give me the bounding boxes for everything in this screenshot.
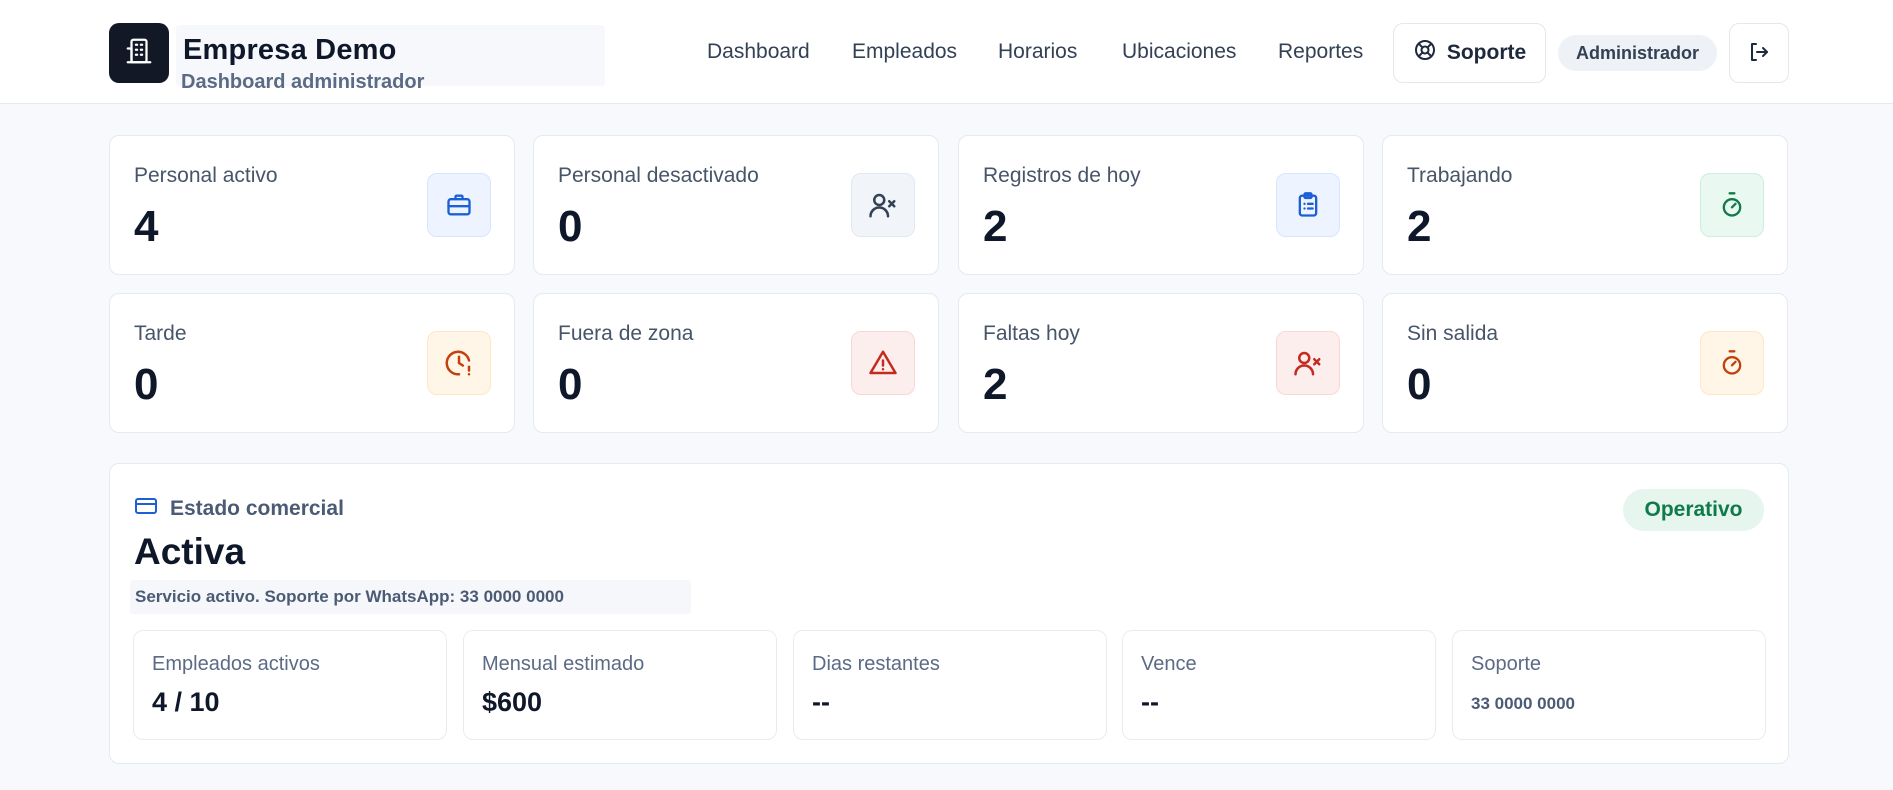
- nav-link-horarios[interactable]: Horarios: [998, 40, 1077, 64]
- role-badge: Administrador: [1558, 35, 1717, 71]
- stat-label: Tarde: [134, 322, 187, 345]
- panel-kicker-label: Estado comercial: [170, 497, 344, 520]
- user-x-icon: [1276, 331, 1340, 395]
- company-name: Empresa Demo: [183, 34, 397, 66]
- building-icon: [124, 36, 154, 71]
- stat-label: Personal activo: [134, 164, 278, 187]
- stopwatch-icon: [1700, 331, 1764, 395]
- clipboard-list-icon: [1276, 173, 1340, 237]
- detail-value: --: [812, 687, 830, 717]
- service-note: Servicio activo. Soporte por WhatsApp: 3…: [130, 580, 691, 614]
- detail-value: $600: [482, 687, 543, 717]
- stat-value: 2: [1407, 202, 1432, 251]
- stat-card-tarde: Tarde 0: [109, 293, 515, 433]
- stat-card-personal-activo: Personal activo 4: [109, 135, 515, 275]
- stat-value: 0: [1407, 360, 1432, 409]
- stat-value: 0: [558, 202, 583, 251]
- stat-value: 0: [134, 360, 159, 409]
- stat-label: Sin salida: [1407, 322, 1499, 345]
- stopwatch-icon: [1700, 173, 1764, 237]
- stat-card-faltas-hoy: Faltas hoy 2: [958, 293, 1364, 433]
- stat-value: 0: [558, 360, 583, 409]
- commercial-status-panel: Estado comercial Activa Operativo Servic…: [109, 463, 1789, 764]
- logout-button[interactable]: [1729, 23, 1789, 83]
- detail-card-vence: Vence --: [1122, 630, 1436, 740]
- stat-label: Fuera de zona: [558, 322, 694, 345]
- stat-value: 4: [134, 202, 159, 251]
- nav-link-ubicaciones[interactable]: Ubicaciones: [1122, 40, 1236, 64]
- stat-card-fuera-de-zona: Fuera de zona 0: [533, 293, 939, 433]
- stat-label: Trabajando: [1407, 164, 1513, 187]
- stat-card-personal-desactivado: Personal desactivado 0: [533, 135, 939, 275]
- stat-card-sin-salida: Sin salida 0: [1382, 293, 1788, 433]
- stat-label: Personal desactivado: [558, 164, 759, 187]
- detail-card-mensual-estimado: Mensual estimado $600: [463, 630, 777, 740]
- detail-card-soporte: Soporte 33 0000 0000: [1452, 630, 1766, 740]
- brand-logo[interactable]: [109, 23, 169, 83]
- warning-icon: [851, 331, 915, 395]
- detail-card-dias-restantes: Dias restantes --: [793, 630, 1107, 740]
- nav-link-reportes[interactable]: Reportes: [1278, 40, 1363, 64]
- stat-card-trabajando: Trabajando 2: [1382, 135, 1788, 275]
- lifebuoy-icon: [1413, 38, 1437, 68]
- stat-value: 2: [983, 202, 1008, 251]
- detail-card-empleados-activos: Empleados activos 4 / 10: [133, 630, 447, 740]
- detail-label: Vence: [1141, 653, 1197, 675]
- detail-label: Mensual estimado: [482, 653, 645, 675]
- top-navigation-bar: Empresa Demo Dashboard administrador Das…: [0, 0, 1893, 104]
- support-button-label: Soporte: [1446, 41, 1527, 64]
- user-x-icon: [851, 173, 915, 237]
- page-subtitle: Dashboard administrador: [181, 71, 425, 93]
- detail-value: 33 0000 0000: [1471, 694, 1575, 713]
- nav-link-empleados[interactable]: Empleados: [852, 40, 957, 64]
- detail-value: --: [1141, 687, 1159, 717]
- clock-alert-icon: [427, 331, 491, 395]
- status-badge: Operativo: [1623, 489, 1764, 531]
- panel-kicker: Estado comercial: [134, 494, 344, 524]
- commercial-status-title: Activa: [134, 531, 246, 572]
- stat-value: 2: [983, 360, 1008, 409]
- credit-card-icon: [134, 494, 158, 524]
- nav-link-dashboard[interactable]: Dashboard: [707, 40, 810, 64]
- stat-label: Faltas hoy: [983, 322, 1080, 345]
- detail-label: Soporte: [1471, 653, 1542, 675]
- detail-value: 4 / 10: [152, 687, 220, 717]
- stat-card-registros-hoy: Registros de hoy 2: [958, 135, 1364, 275]
- logout-icon: [1747, 40, 1771, 67]
- detail-label: Empleados activos: [152, 653, 320, 675]
- support-button[interactable]: Soporte: [1393, 23, 1546, 83]
- stat-label: Registros de hoy: [983, 164, 1141, 187]
- detail-label: Dias restantes: [812, 653, 940, 675]
- briefcase-icon: [427, 173, 491, 237]
